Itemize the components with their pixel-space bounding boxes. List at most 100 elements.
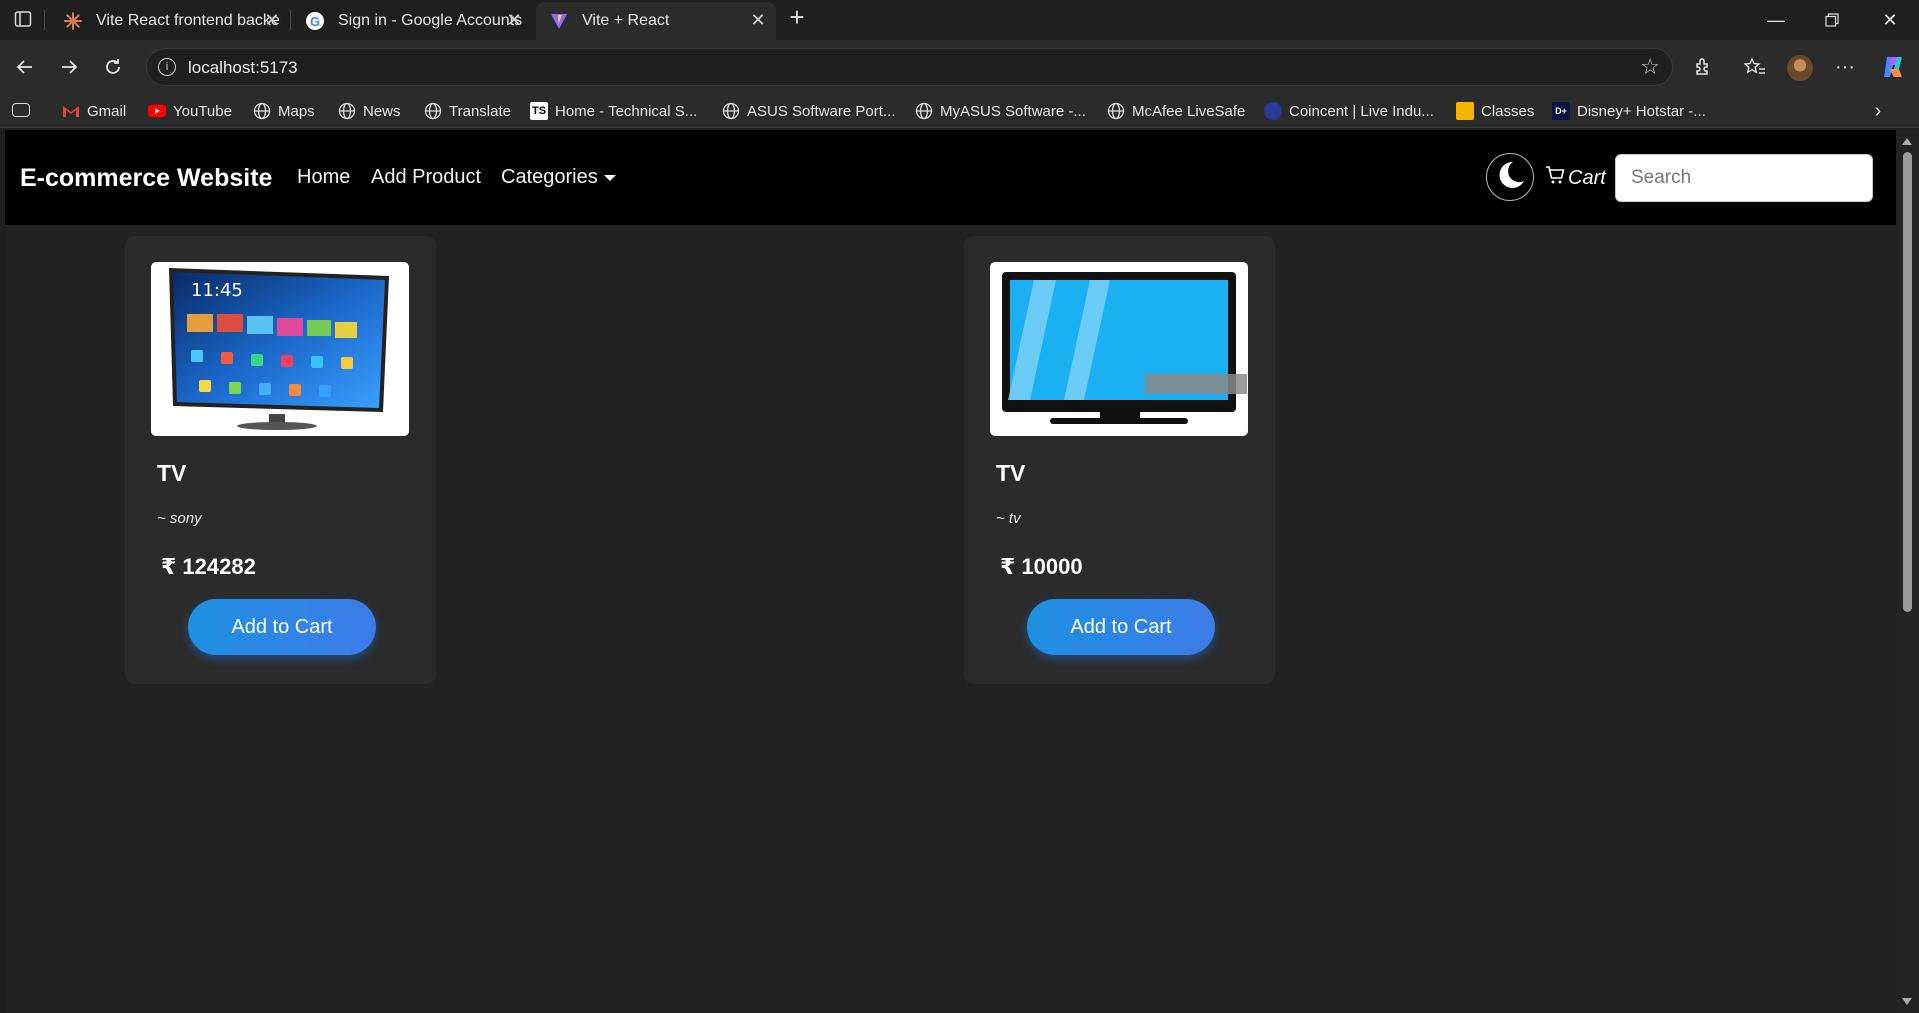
bookmark-label: MyASUS Software -...: [940, 102, 1086, 120]
bookmarks-bar: Gmail YouTube Maps News Translate TS Hom…: [0, 94, 1919, 128]
product-card: 11:45 TV ~ sony ₹ 124282 Add to Cart: [125, 236, 436, 684]
bookmark-mcafee[interactable]: McAfee LiveSafe: [1107, 100, 1245, 122]
tab-title: Sign in - Google Accounts: [338, 12, 523, 29]
bookmark-myasus[interactable]: MyASUS Software -...: [915, 100, 1086, 122]
bookmark-classes[interactable]: Classes: [1456, 100, 1534, 122]
hotstar-icon: D+: [1552, 102, 1570, 120]
globe-icon: [915, 102, 933, 120]
collections-icon[interactable]: [12, 103, 30, 117]
chevron-right-icon[interactable]: ›: [1868, 100, 1888, 122]
close-icon[interactable]: ✕: [748, 10, 768, 30]
bookmark-news[interactable]: News: [338, 100, 401, 122]
classroom-icon: [1456, 102, 1474, 120]
tab-separator: [44, 10, 45, 30]
brand-title[interactable]: E-commerce Website: [20, 164, 272, 193]
globe-icon: [1107, 102, 1125, 120]
tab-actions-icon[interactable]: [14, 10, 32, 28]
address-url: localhost:5173: [188, 58, 298, 77]
tab-google-sign-in[interactable]: G Sign in - Google Accounts ✕: [292, 2, 532, 40]
bookmark-maps[interactable]: Maps: [253, 100, 315, 122]
tab-title: Vite React frontend backend conn: [96, 12, 281, 29]
tab-vite-react-frontend[interactable]: Vite React frontend backend conn ✕: [50, 2, 290, 40]
bookmark-asus[interactable]: ASUS Software Port...: [722, 100, 895, 122]
browser-toolbar: i localhost:5173 ☆ ···: [0, 40, 1919, 94]
product-name: TV: [157, 460, 187, 486]
bookmark-gmail[interactable]: Gmail: [62, 100, 126, 122]
product-price: ₹ 10000: [1000, 554, 1083, 579]
favorites-icon[interactable]: [1738, 50, 1772, 84]
product-name: TV: [996, 460, 1026, 486]
theme-toggle-button[interactable]: [1486, 153, 1534, 201]
product-card: TV ~ tv ₹ 10000 Add to Cart: [964, 236, 1275, 684]
favorite-star-icon[interactable]: ☆: [1640, 56, 1660, 78]
close-icon[interactable]: ✕: [262, 10, 282, 30]
add-to-cart-button[interactable]: Add to Cart: [1027, 599, 1215, 655]
bookmark-label: McAfee LiveSafe: [1132, 102, 1246, 120]
scroll-down-arrow-icon[interactable]: [1902, 998, 1912, 1005]
ts-icon: TS: [530, 102, 548, 120]
bookmark-label: Home - Technical S...: [555, 102, 698, 120]
bookmark-coincent[interactable]: Coincent | Live Indu...: [1264, 100, 1434, 122]
page-viewport: E-commerce Website Home Add Product Cate…: [5, 130, 1896, 1013]
site-info-icon[interactable]: i: [158, 58, 176, 76]
vite-favicon-icon: [550, 12, 568, 30]
copilot-icon[interactable]: [1880, 54, 1906, 80]
refresh-icon[interactable]: [96, 50, 130, 84]
tab-strip: Vite React frontend backend conn ✕ G Sig…: [0, 0, 1919, 40]
scroll-up-arrow-icon[interactable]: [1902, 138, 1912, 145]
nav-categories-dropdown[interactable]: Categories: [501, 166, 616, 189]
forward-arrow-icon[interactable]: [52, 50, 86, 84]
restore-icon[interactable]: [1804, 0, 1860, 40]
moon-icon: [1493, 158, 1527, 197]
product-image: 11:45: [151, 262, 409, 436]
product-brand: ~ sony: [157, 510, 202, 527]
bookmark-label: ASUS Software Port...: [747, 102, 896, 120]
claude-favicon-icon: [64, 12, 82, 30]
bookmark-hotstar[interactable]: D+ Disney+ Hotstar -...: [1552, 100, 1706, 122]
minimize-icon[interactable]: —: [1748, 0, 1804, 40]
tab-vite-react[interactable]: Vite + React ✕: [536, 2, 776, 40]
page-scrollbar[interactable]: [1896, 130, 1919, 1013]
globe-icon: [722, 102, 740, 120]
tab-title: Vite + React: [582, 12, 670, 29]
categories-label: Categories: [501, 166, 598, 188]
product-price: ₹ 124282: [161, 554, 256, 579]
nav-home-link[interactable]: Home: [297, 166, 350, 189]
bookmark-label: YouTube: [173, 102, 232, 120]
window-close-icon[interactable]: ✕: [1862, 0, 1918, 40]
bookmark-label: Disney+ Hotstar -...: [1577, 102, 1706, 120]
bookmark-translate[interactable]: Translate: [424, 100, 511, 122]
bookmark-label: Translate: [449, 102, 511, 120]
globe-icon: [253, 102, 271, 120]
profile-avatar[interactable]: [1787, 55, 1813, 81]
product-image: [990, 262, 1248, 436]
extensions-icon[interactable]: [1686, 50, 1720, 84]
svg-text:11:45: 11:45: [191, 280, 243, 301]
address-bar[interactable]: i localhost:5173 ☆: [146, 48, 1673, 86]
google-favicon-icon: G: [306, 12, 324, 30]
globe-icon: [424, 102, 442, 120]
coincent-icon: [1264, 102, 1282, 120]
tab-separator: [290, 10, 291, 30]
more-menu-icon[interactable]: ···: [1828, 50, 1862, 84]
bookmark-technical[interactable]: TS Home - Technical S...: [530, 100, 697, 122]
gmail-icon: [62, 102, 80, 120]
search-input[interactable]: [1615, 154, 1873, 202]
nav-add-product-link[interactable]: Add Product: [371, 166, 481, 189]
back-arrow-icon[interactable]: [8, 50, 42, 84]
add-to-cart-button[interactable]: Add to Cart: [188, 599, 376, 655]
globe-icon: [338, 102, 356, 120]
bookmark-label: Classes: [1481, 102, 1535, 120]
bookmark-youtube[interactable]: YouTube: [148, 100, 232, 122]
app-navbar: E-commerce Website Home Add Product Cate…: [5, 130, 1896, 225]
scrollbar-thumb[interactable]: [1903, 152, 1912, 612]
close-icon[interactable]: ✕: [504, 10, 524, 30]
bookmark-label: Maps: [278, 102, 315, 120]
cart-label: Cart: [1568, 166, 1606, 189]
youtube-icon: [148, 102, 166, 120]
bookmark-label: Gmail: [87, 102, 127, 120]
new-tab-icon[interactable]: +: [784, 4, 810, 30]
cart-link[interactable]: Cart: [1545, 165, 1606, 191]
caret-down-icon: [603, 174, 616, 181]
bookmark-label: Coincent | Live Indu...: [1289, 102, 1434, 120]
